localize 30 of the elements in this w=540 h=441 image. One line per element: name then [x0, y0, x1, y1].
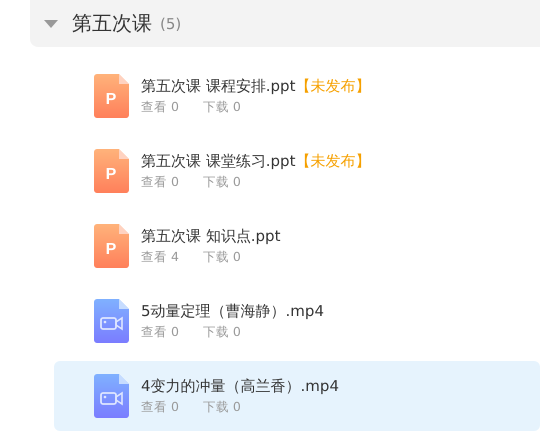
view-count: 查看 0 [141, 324, 179, 341]
download-count: 下载 0 [202, 324, 241, 341]
file-row[interactable]: 5动量定理（曹海静）.mp4 查看 0 下载 0 [54, 286, 540, 356]
file-name[interactable]: 5动量定理（曹海静）.mp4 [141, 302, 324, 320]
status-label: 【未发布】 [295, 77, 370, 95]
file-name[interactable]: 第五次课 课程安排.ppt [141, 77, 296, 95]
file-name[interactable]: 第五次课 课堂练习.ppt [141, 152, 296, 170]
view-count: 查看 0 [141, 399, 179, 416]
download-count: 下载 0 [202, 399, 241, 416]
file-row[interactable]: P 第五次课 课堂练习.ppt【未发布】 查看 0 下载 0 [54, 136, 540, 206]
view-count: 查看 0 [141, 174, 179, 191]
video-file-icon [94, 374, 129, 418]
section-header[interactable]: 第五次课 (5) [30, 0, 540, 47]
status-label: 【未发布】 [295, 152, 370, 170]
download-count: 下载 0 [202, 174, 241, 191]
download-count: 下载 0 [202, 99, 241, 116]
file-row[interactable]: P 第五次课 课程安排.ppt【未发布】 查看 0 下载 0 [54, 61, 540, 131]
view-count: 查看 0 [141, 99, 179, 116]
view-count: 查看 4 [141, 249, 179, 266]
file-count: (5) [160, 14, 182, 32]
section-title: 第五次课 [72, 10, 152, 37]
ppt-file-icon: P [94, 224, 129, 268]
file-name[interactable]: 4变力的冲量（高兰香）.mp4 [141, 377, 339, 395]
ppt-file-icon: P [94, 149, 129, 193]
download-count: 下载 0 [202, 249, 241, 266]
ppt-file-icon: P [94, 74, 129, 118]
video-file-icon [94, 299, 129, 343]
file-row[interactable]: 4变力的冲量（高兰香）.mp4 查看 0 下载 0 [54, 361, 540, 431]
file-row[interactable]: P 第五次课 知识点.ppt 查看 4 下载 0 [54, 211, 540, 281]
file-name[interactable]: 第五次课 知识点.ppt [141, 227, 280, 245]
